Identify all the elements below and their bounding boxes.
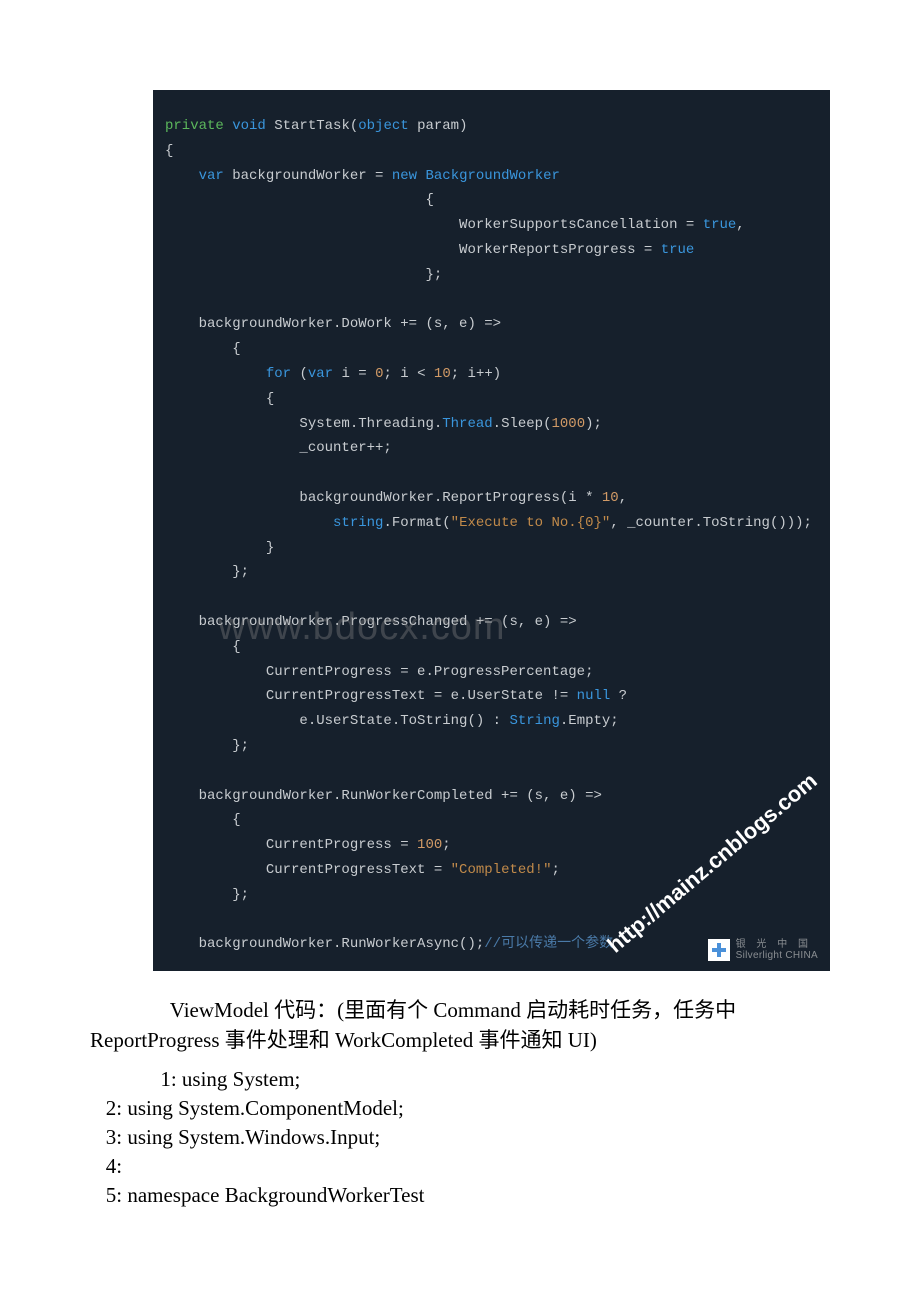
code-line xyxy=(153,461,830,486)
code-line: CurrentProgress = e.ProgressPercentage; xyxy=(153,660,830,685)
listing-line: 3: using System.Windows.Input; xyxy=(90,1123,830,1152)
code-line: string.Format("Execute to No.{0}", _coun… xyxy=(153,511,830,536)
code-screenshot: private void StartTask(object param){ va… xyxy=(153,90,830,971)
logo-text: 银 光 中 国 Silverlight CHINA xyxy=(736,939,818,961)
code-line: }; xyxy=(153,734,830,759)
code-line: { xyxy=(153,808,830,833)
code-line: { xyxy=(153,188,830,213)
code-line: _counter++; xyxy=(153,436,830,461)
logo-cn: 银 光 中 国 xyxy=(736,939,818,950)
logo-badge: 银 光 中 国 Silverlight CHINA xyxy=(708,939,818,961)
code-line xyxy=(153,288,830,313)
prose-paragraph-1: ViewModel 代码：(里面有个 Command 启动耗时任务，任务中 Re… xyxy=(90,995,830,1055)
code-line: CurrentProgress = 100; xyxy=(153,833,830,858)
code-line: backgroundWorker.RunWorkerCompleted += (… xyxy=(153,784,830,809)
code-line: e.UserState.ToString() : String.Empty; xyxy=(153,709,830,734)
code-line: private void StartTask(object param) xyxy=(153,114,830,139)
code-content: private void StartTask(object param){ va… xyxy=(153,114,830,957)
plus-icon xyxy=(708,939,730,961)
prose-section: ViewModel 代码：(里面有个 Command 启动耗时任务，任务中 Re… xyxy=(90,995,830,1055)
code-line: } xyxy=(153,536,830,561)
listing-line: 5: namespace BackgroundWorkerTest xyxy=(90,1181,830,1210)
code-line: CurrentProgressText = e.UserState != nul… xyxy=(153,684,830,709)
code-line: }; xyxy=(153,883,830,908)
code-line: { xyxy=(153,139,830,164)
code-line: { xyxy=(153,337,830,362)
code-line xyxy=(153,759,830,784)
code-line: System.Threading.Thread.Sleep(1000); xyxy=(153,412,830,437)
code-line: }; xyxy=(153,263,830,288)
code-line: WorkerSupportsCancellation = true, xyxy=(153,213,830,238)
code-line: var backgroundWorker = new BackgroundWor… xyxy=(153,164,830,189)
code-line xyxy=(153,585,830,610)
listing-line: 2: using System.ComponentModel; xyxy=(90,1094,830,1123)
code-line: WorkerReportsProgress = true xyxy=(153,238,830,263)
document-page: private void StartTask(object param){ va… xyxy=(0,90,920,1260)
code-line: backgroundWorker.ReportProgress(i * 10, xyxy=(153,486,830,511)
code-line: CurrentProgressText = "Completed!"; xyxy=(153,858,830,883)
code-line: }; xyxy=(153,560,830,585)
code-line: { xyxy=(153,635,830,660)
code-line: for (var i = 0; i < 10; i++) xyxy=(153,362,830,387)
listing-line: 1: using System; xyxy=(90,1065,830,1094)
code-listing: 1: using System; 2: using System.Compone… xyxy=(90,1065,830,1260)
logo-en: Silverlight CHINA xyxy=(736,950,818,961)
listing-line: 4: xyxy=(90,1152,830,1181)
code-line: backgroundWorker.DoWork += (s, e) => xyxy=(153,312,830,337)
code-line: { xyxy=(153,387,830,412)
code-line xyxy=(153,908,830,933)
code-line: backgroundWorker.ProgressChanged += (s, … xyxy=(153,610,830,635)
